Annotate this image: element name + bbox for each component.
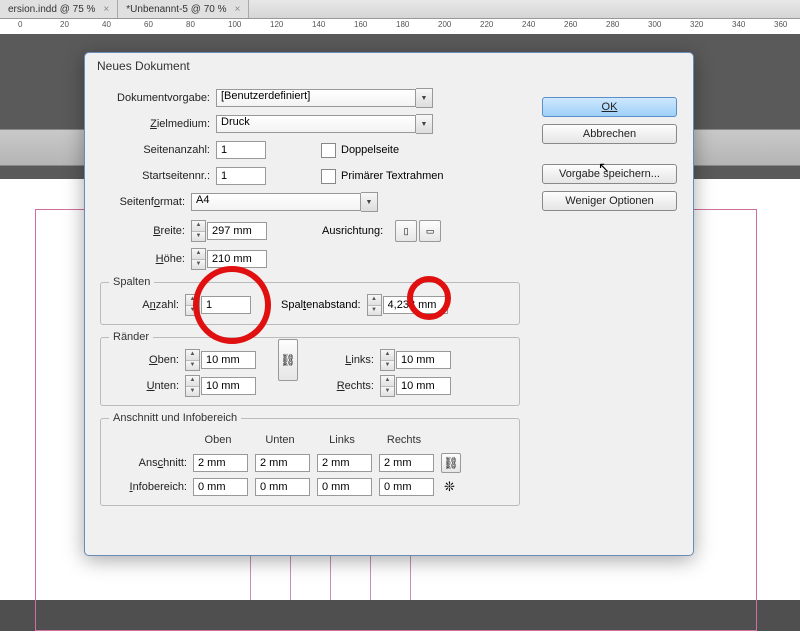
margin-right-input[interactable] [396, 377, 451, 395]
page-size-label: Seitenformat: [100, 196, 191, 208]
margin-right-label: Rechts: [284, 380, 380, 392]
fewer-options-button[interactable]: Weniger Optionen [542, 191, 677, 211]
bleed-top-input[interactable] [193, 454, 248, 472]
columns-legend: Spalten [109, 276, 154, 288]
columns-fieldset: Spalten Anzahl: ▲▼ Spaltenabstand: ▲▼ [100, 276, 520, 325]
margin-top-input[interactable] [201, 351, 256, 369]
intent-label: Zielmedium: [100, 118, 216, 130]
orientation-label: Ausrichtung: [322, 225, 383, 237]
height-spinner[interactable]: ▲▼ [191, 248, 206, 270]
col-head-bottom: Unten [249, 434, 311, 446]
chevron-down-icon[interactable]: ▼ [416, 88, 433, 108]
margin-top-spinner[interactable]: ▲▼ [185, 349, 200, 371]
label: orgabe speichern... [566, 168, 660, 180]
primary-textframe-checkbox[interactable] [321, 169, 336, 184]
margin-left-spinner[interactable]: ▲▼ [380, 349, 395, 371]
slug-right-input[interactable] [379, 478, 434, 496]
preset-combo[interactable]: [Benutzerdefiniert] [216, 89, 416, 107]
margin-right-spinner[interactable]: ▲▼ [380, 375, 395, 397]
primary-textframe-label: Primärer Textrahmen [341, 170, 444, 182]
bleed-right-input[interactable] [379, 454, 434, 472]
slug-top-input[interactable] [193, 478, 248, 496]
height-input[interactable] [207, 250, 267, 268]
width-label: Breite: [100, 225, 191, 237]
facing-pages-label: Doppelseite [341, 144, 399, 156]
gutter-label: Spaltenabstand: [281, 299, 361, 311]
ok-button[interactable]: OK [542, 97, 677, 117]
chevron-down-icon[interactable]: ▼ [361, 192, 378, 212]
col-head-top: Oben [187, 434, 249, 446]
margin-bottom-spinner[interactable]: ▲▼ [185, 375, 200, 397]
link-bleed-button[interactable]: ⛓ [441, 453, 461, 473]
document-tab-bar: ersion.indd @ 75 %× *Unbenannt-5 @ 70 %× [0, 0, 800, 19]
pages-input[interactable] [216, 141, 266, 159]
column-count-input[interactable] [201, 296, 251, 314]
close-icon[interactable]: × [234, 4, 240, 15]
margin-left-input[interactable] [396, 351, 451, 369]
document-tab[interactable]: *Unbenannt-5 @ 70 %× [118, 0, 249, 18]
preset-label: Dokumentvorgabe: [100, 92, 216, 104]
cancel-button[interactable]: Abbrechen [542, 124, 677, 144]
close-icon[interactable]: × [103, 4, 109, 15]
facing-pages-checkbox[interactable] [321, 143, 336, 158]
bleed-label: Anschnitt: [109, 457, 193, 469]
column-count-spinner[interactable]: ▲▼ [185, 294, 200, 316]
orientation-landscape-button[interactable]: ▭ [419, 220, 441, 242]
page-size-combo[interactable]: A4 [191, 193, 361, 211]
bleed-left-input[interactable] [317, 454, 372, 472]
link-margins-button[interactable]: ⛓ [278, 339, 298, 381]
new-document-dialog: Neues Dokument OK Abbrechen Vorgabe spei… [84, 52, 694, 556]
start-label: Startseitennr.: [100, 170, 216, 182]
width-input[interactable] [207, 222, 267, 240]
height-label: Höhe: [100, 253, 191, 265]
column-count-label: Anzahl: [109, 299, 185, 311]
intent-combo[interactable]: Druck [216, 115, 416, 133]
slug-icon: ❊ [444, 479, 455, 495]
chevron-down-icon[interactable]: ▼ [416, 114, 433, 134]
dialog-button-column: OK Abbrechen Vorgabe speichern... Wenige… [542, 97, 677, 211]
orientation-portrait-button[interactable]: ▯ [395, 220, 417, 242]
margin-left-label: Links: [284, 354, 380, 366]
cursor-icon: ↖ [598, 159, 610, 176]
slug-label: Infobereich: [109, 481, 193, 493]
margins-legend: Ränder [109, 331, 153, 343]
margins-fieldset: Ränder Oben: ▲▼ ⛓ Links: ▲▼ Unten: ▲▼ [100, 331, 520, 406]
dialog-title: Neues Dokument [85, 53, 693, 85]
width-spinner[interactable]: ▲▼ [191, 220, 206, 242]
start-page-input[interactable] [216, 167, 266, 185]
margin-top-label: Oben: [109, 354, 185, 366]
col-head-left: Links [311, 434, 373, 446]
gutter-spinner[interactable]: ▲▼ [367, 294, 382, 316]
slug-left-input[interactable] [317, 478, 372, 496]
gutter-input[interactable] [383, 296, 448, 314]
bleed-slug-fieldset: Anschnitt und Infobereich Oben Unten Lin… [100, 412, 520, 506]
pages-label: Seitenanzahl: [100, 144, 216, 156]
document-tab[interactable]: ersion.indd @ 75 %× [0, 0, 118, 18]
margin-bottom-label: Unten: [109, 380, 185, 392]
col-head-right: Rechts [373, 434, 435, 446]
bleed-bottom-input[interactable] [255, 454, 310, 472]
bleed-slug-legend: Anschnitt und Infobereich [109, 412, 241, 424]
margin-bottom-input[interactable] [201, 377, 256, 395]
slug-bottom-input[interactable] [255, 478, 310, 496]
